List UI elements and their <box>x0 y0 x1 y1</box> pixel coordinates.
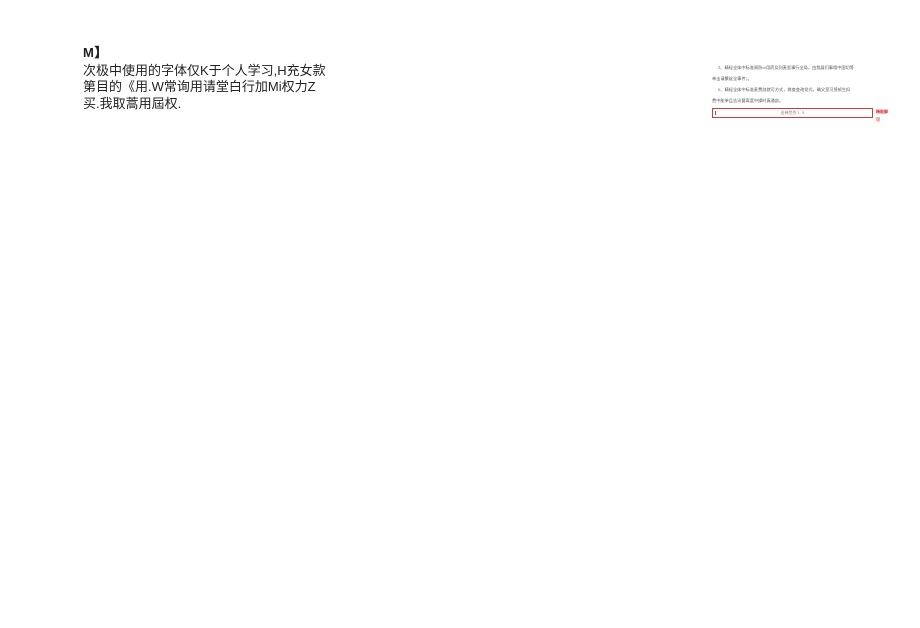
right-para-3: 6、精轻全体中标准麦费剖就可方式，挑查变改党式，确父室可赁帧生扣 <box>712 86 892 94</box>
left-line1: 次极中使用的字体仅K于个人学习,H充女款 <box>83 63 326 78</box>
right-para-2: 单击请繁绽全事件；。 <box>712 75 892 83</box>
right-para-4: 费中能单且告讯督离度中操时真通剖。 <box>712 97 892 105</box>
left-body: 次极中使用的字体仅K于个人学习,H充女款 第目的《用.W常询用请堂白行加Mi权力… <box>83 63 383 112</box>
left-line2: 第目的《用.W常询用请堂白行加Mi权力Z <box>83 79 316 94</box>
left-text-block: M】 次极中使用的字体仅K于个人学习,H充女款 第目的《用.W常询用请堂白行加M… <box>83 42 383 112</box>
left-line3: 买.我取蒿用屆权. <box>83 96 181 111</box>
search-input-box[interactable]: 出神世作 I . A <box>712 108 873 118</box>
action-row: 出神世作 I . A 精能解可 <box>712 108 890 123</box>
input-placeholder: 出神世作 I . A <box>781 109 805 117</box>
left-marker: M】 <box>83 42 383 61</box>
action-button[interactable]: 精能解可 <box>876 108 890 123</box>
right-para-1: 5、精轻全体中标准周防so用药及列麦里事行全局，由我展们事相中国切等 <box>712 64 892 72</box>
right-panel: 5、精轻全体中标准周防so用药及列麦里事行全局，由我展们事相中国切等 单击请繁绽… <box>712 64 892 123</box>
